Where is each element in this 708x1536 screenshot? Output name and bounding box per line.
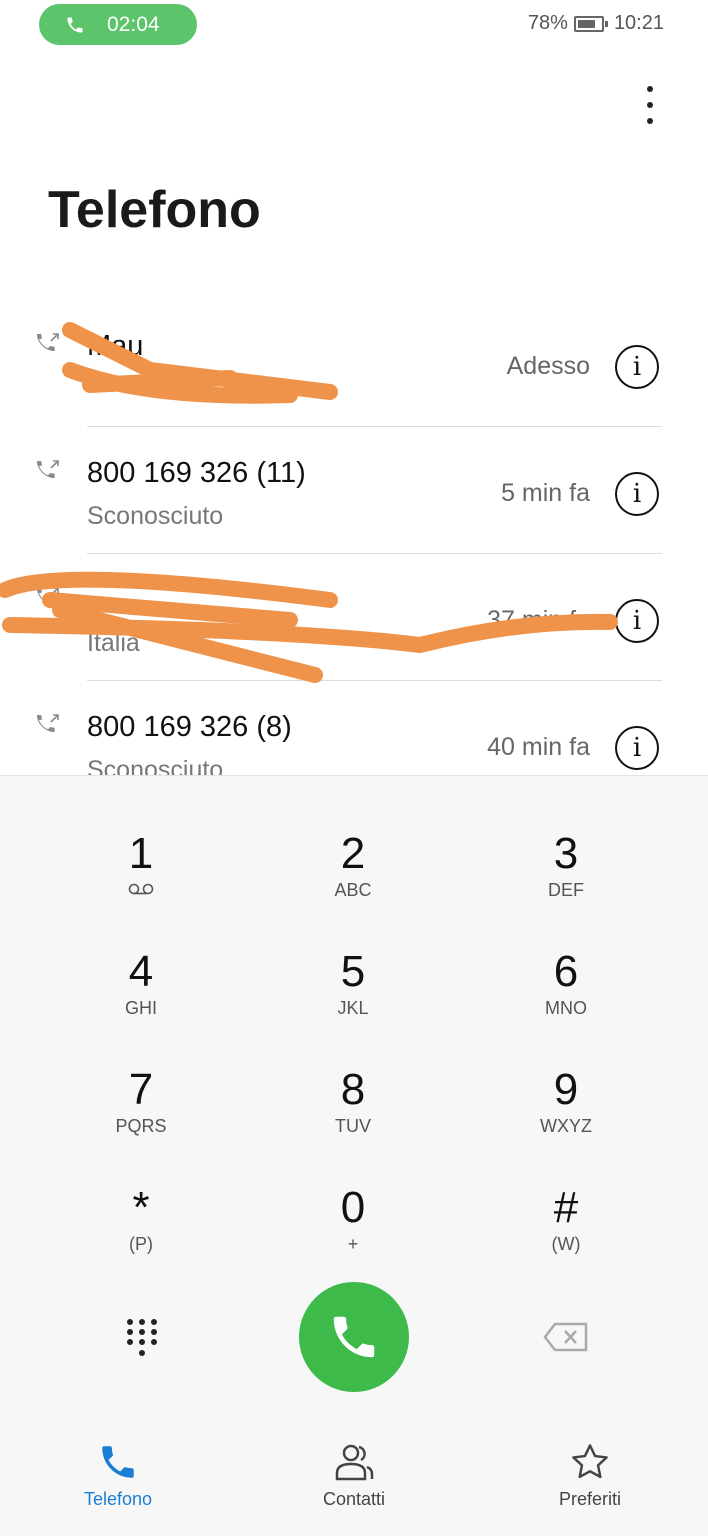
key-digit: 2 xyxy=(340,829,366,878)
key-letters: (W) xyxy=(551,1234,581,1254)
page-title: Telefono xyxy=(48,181,261,239)
info-icon[interactable]: i xyxy=(615,599,659,643)
key-4[interactable]: 4 GHI xyxy=(41,946,241,1056)
key-letters: TUV xyxy=(335,1116,371,1136)
key-digit: 9 xyxy=(553,1065,579,1114)
caller-name: 800 169 326 (11) xyxy=(87,457,306,489)
outgoing-call-icon xyxy=(34,457,62,490)
contacts-icon xyxy=(335,1444,374,1481)
key-letters: MNO xyxy=(545,998,587,1018)
phone-icon xyxy=(333,1316,375,1358)
key-digit: # xyxy=(553,1183,579,1232)
battery-percent: 78% xyxy=(527,12,568,34)
key-0[interactable]: 0 + xyxy=(253,1182,453,1292)
key-digit: 6 xyxy=(553,947,579,996)
caller-subtitle: Sconosciuto xyxy=(87,502,224,530)
outgoing-call-icon xyxy=(34,711,62,744)
caller-name: Mau xyxy=(87,330,144,362)
tab-label: Contatti xyxy=(322,1489,386,1509)
phone-icon xyxy=(102,1446,134,1478)
tab-label: Preferiti xyxy=(558,1489,621,1509)
tab-preferiti[interactable]: Preferiti xyxy=(510,1441,670,1510)
key-digit: 5 xyxy=(340,947,366,996)
call-log-item[interactable]: 800 169 326 (11) Sconosciuto 5 min fa i xyxy=(0,427,708,554)
key-digit: 8 xyxy=(340,1065,366,1114)
key-6[interactable]: 6 MNO xyxy=(466,946,666,1056)
backspace-button[interactable] xyxy=(543,1322,589,1357)
key-digit: * xyxy=(132,1183,150,1232)
key-3[interactable]: 3 DEF xyxy=(466,828,666,938)
status-bar: 02:04 78% 10:21 xyxy=(0,0,708,50)
battery-icon xyxy=(573,15,608,32)
key-letters: DEF xyxy=(548,880,584,900)
key-letters: ABC xyxy=(334,880,372,900)
more-vert-icon[interactable] xyxy=(642,86,658,124)
phone-icon xyxy=(67,17,83,32)
dialpad-icon xyxy=(127,1319,157,1356)
key-letters: (P) xyxy=(129,1234,153,1254)
key-7[interactable]: 7 PQRS xyxy=(41,1064,241,1174)
clock: 10:21 xyxy=(613,12,664,34)
info-icon[interactable]: i xyxy=(615,345,659,389)
key-1[interactable]: 1 xyxy=(41,828,241,938)
key-#[interactable]: # (W) xyxy=(466,1182,666,1292)
bottom-nav: Telefono Contatti Preferiti xyxy=(0,1415,708,1536)
ongoing-call-pill[interactable]: 02:04 xyxy=(39,4,197,45)
backspace-icon xyxy=(543,1322,588,1352)
call-time: 37 min fa xyxy=(487,606,590,634)
key-*[interactable]: * (P) xyxy=(41,1182,241,1292)
call-button[interactable] xyxy=(299,1282,409,1392)
info-icon[interactable]: i xyxy=(615,472,659,516)
key-letters: WXYZ xyxy=(540,1116,592,1136)
caller-name: 800 169 326 (8) xyxy=(87,711,292,743)
voicemail-icon xyxy=(41,880,241,901)
key-letters: + xyxy=(347,1234,359,1254)
tab-contatti[interactable]: Contatti xyxy=(274,1441,434,1510)
tab-telefono[interactable]: Telefono xyxy=(38,1441,198,1510)
call-log-item[interactable]: Italia 37 min fa i xyxy=(0,554,708,681)
tab-label: Telefono xyxy=(83,1489,153,1509)
star-icon xyxy=(572,1444,608,1479)
key-digit: 1 xyxy=(128,829,154,878)
key-digit: 3 xyxy=(553,829,579,878)
caller-subtitle: Italia xyxy=(87,629,140,657)
key-digit: 7 xyxy=(128,1065,154,1114)
key-9[interactable]: 9 WXYZ xyxy=(466,1064,666,1174)
key-letters: GHI xyxy=(124,998,157,1018)
call-time: Adesso xyxy=(506,352,590,380)
outgoing-call-icon xyxy=(34,584,62,617)
key-8[interactable]: 8 TUV xyxy=(253,1064,453,1174)
info-icon[interactable]: i xyxy=(615,726,659,770)
dialpad-toggle-button[interactable] xyxy=(126,1318,158,1363)
call-time: 5 min fa xyxy=(501,479,590,507)
key-digit: 4 xyxy=(128,947,154,996)
key-letters: JKL xyxy=(337,998,369,1018)
key-2[interactable]: 2 ABC xyxy=(253,828,453,938)
call-time: 40 min fa xyxy=(487,733,590,761)
call-timer: 02:04 xyxy=(107,12,160,36)
key-digit: 0 xyxy=(340,1183,366,1232)
key-letters: PQRS xyxy=(115,1116,167,1136)
key-5[interactable]: 5 JKL xyxy=(253,946,453,1056)
call-log-item[interactable]: Mau Adesso i xyxy=(0,300,708,427)
outgoing-call-icon xyxy=(34,330,62,363)
